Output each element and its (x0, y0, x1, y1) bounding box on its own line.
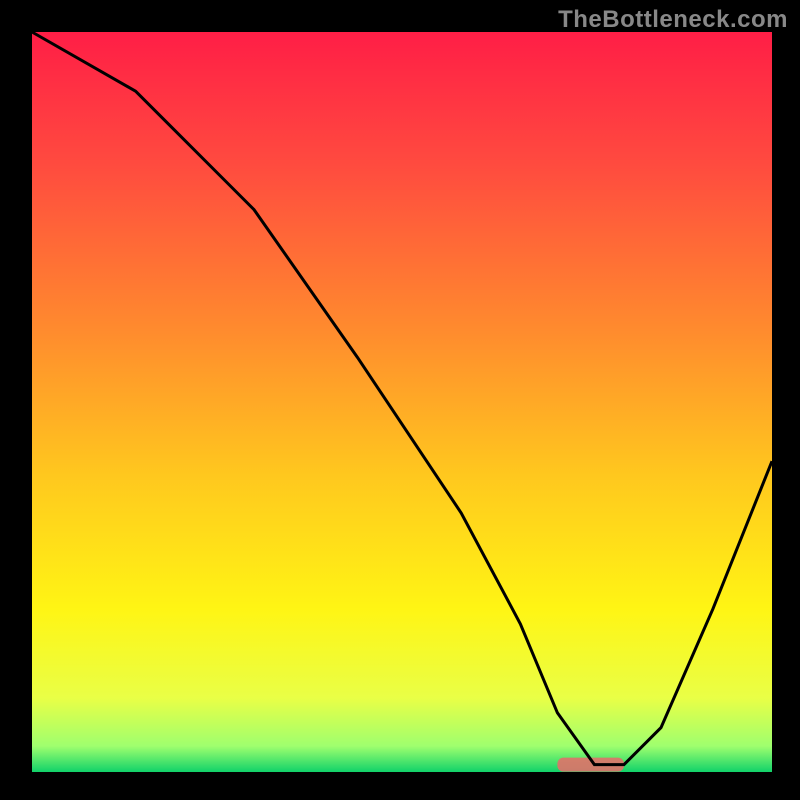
watermark-text: TheBottleneck.com (558, 6, 788, 34)
plot-svg (0, 0, 800, 800)
bottleneck-chart: TheBottleneck.com (0, 0, 800, 800)
plot-background (32, 32, 772, 772)
